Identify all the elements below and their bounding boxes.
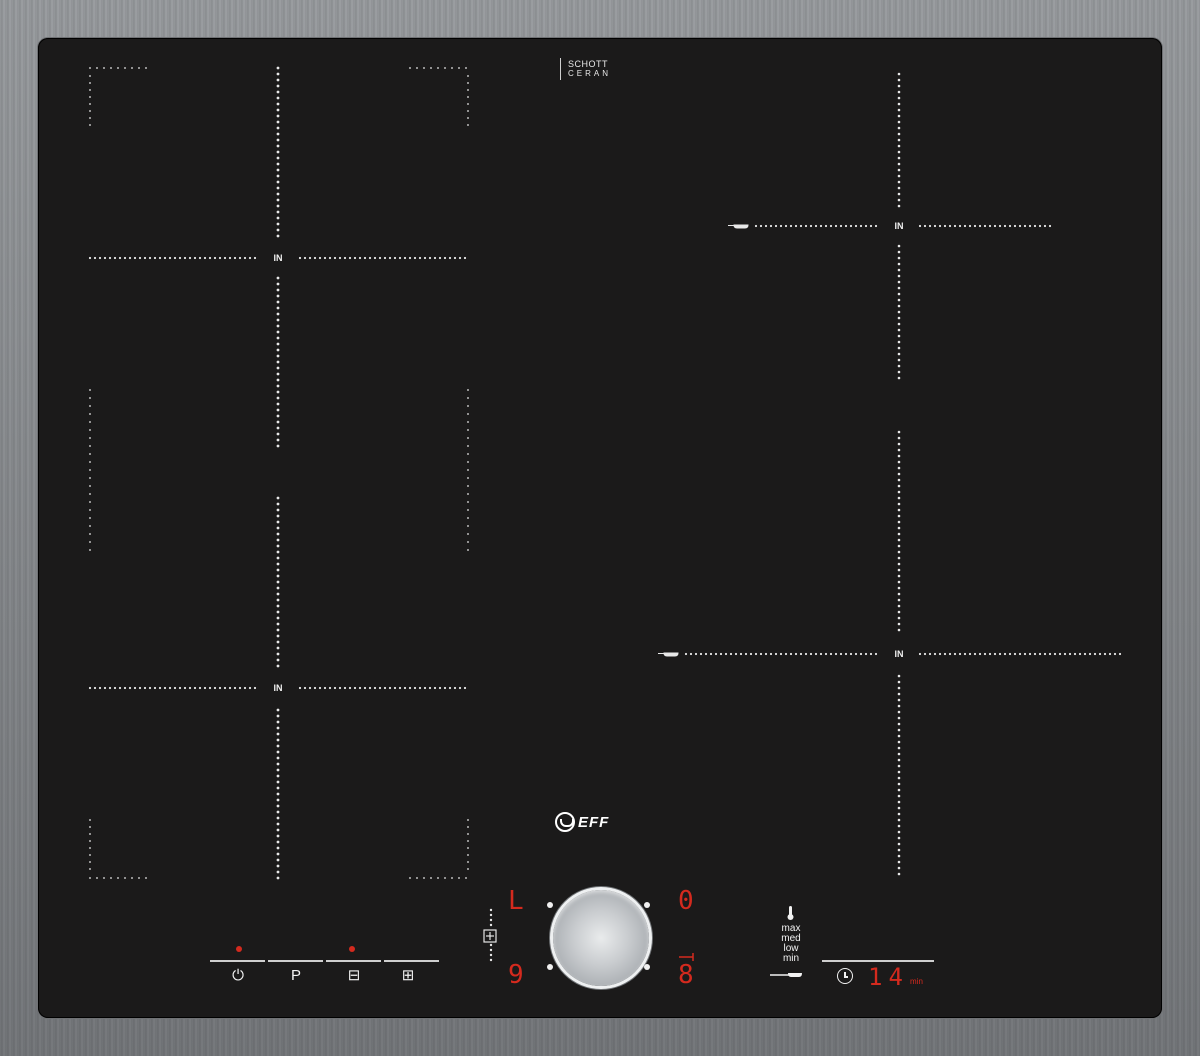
frying-pan-icon (770, 973, 802, 977)
timer-touch-strip[interactable] (822, 960, 934, 962)
timer-unit: min (910, 977, 923, 986)
timer-value: 14 (868, 963, 909, 991)
clock-icon[interactable] (837, 968, 853, 984)
